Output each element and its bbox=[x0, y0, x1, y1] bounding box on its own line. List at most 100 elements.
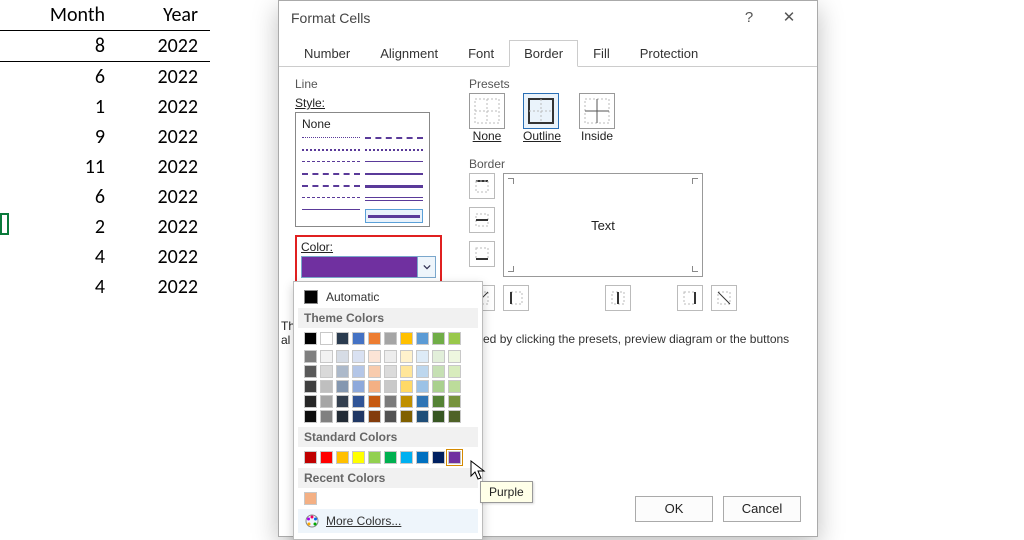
theme-swatch[interactable] bbox=[400, 332, 413, 345]
cell[interactable]: 2022 bbox=[117, 122, 210, 152]
theme-swatch[interactable] bbox=[416, 350, 429, 363]
tab-alignment[interactable]: Alignment bbox=[365, 40, 453, 67]
theme-swatch[interactable] bbox=[416, 332, 429, 345]
theme-swatch[interactable] bbox=[320, 350, 333, 363]
border-diag-down-button[interactable] bbox=[711, 285, 737, 311]
theme-swatch[interactable] bbox=[448, 380, 461, 393]
theme-swatch[interactable] bbox=[336, 410, 349, 423]
automatic-color[interactable]: Automatic bbox=[298, 286, 478, 308]
theme-swatch[interactable] bbox=[304, 380, 317, 393]
theme-swatch[interactable] bbox=[400, 395, 413, 408]
standard-swatch[interactable] bbox=[352, 451, 365, 464]
theme-swatch[interactable] bbox=[384, 350, 397, 363]
theme-swatch[interactable] bbox=[368, 410, 381, 423]
ok-button[interactable]: OK bbox=[635, 496, 713, 522]
cancel-button[interactable]: Cancel bbox=[723, 496, 801, 522]
cell[interactable]: 2022 bbox=[117, 212, 210, 242]
cell[interactable]: 2 bbox=[0, 212, 117, 242]
cell[interactable]: 2022 bbox=[117, 242, 210, 272]
theme-swatch[interactable] bbox=[304, 332, 317, 345]
theme-swatch[interactable] bbox=[384, 410, 397, 423]
recent-swatch[interactable] bbox=[304, 492, 317, 505]
theme-swatch[interactable] bbox=[320, 332, 333, 345]
preset-none[interactable]: None bbox=[469, 93, 505, 143]
theme-swatch[interactable] bbox=[368, 365, 381, 378]
col-header-month[interactable]: Month bbox=[0, 0, 117, 31]
theme-swatch[interactable] bbox=[432, 410, 445, 423]
border-hmiddle-button[interactable] bbox=[469, 207, 495, 233]
theme-swatch[interactable] bbox=[432, 350, 445, 363]
tab-border[interactable]: Border bbox=[509, 40, 578, 67]
theme-swatch[interactable] bbox=[352, 350, 365, 363]
cell[interactable]: 2022 bbox=[117, 182, 210, 212]
standard-swatch[interactable] bbox=[432, 451, 445, 464]
standard-swatch[interactable] bbox=[304, 451, 317, 464]
border-vmiddle-button[interactable] bbox=[605, 285, 631, 311]
theme-swatch[interactable] bbox=[352, 332, 365, 345]
theme-swatch[interactable] bbox=[384, 365, 397, 378]
cell[interactable]: 2022 bbox=[117, 152, 210, 182]
theme-swatch[interactable] bbox=[368, 332, 381, 345]
theme-swatch[interactable] bbox=[448, 365, 461, 378]
theme-swatch[interactable] bbox=[304, 365, 317, 378]
cell[interactable]: 6 bbox=[0, 182, 117, 212]
theme-swatch[interactable] bbox=[384, 380, 397, 393]
line-style-selected[interactable] bbox=[365, 209, 423, 223]
tab-number[interactable]: Number bbox=[289, 40, 365, 67]
theme-swatch[interactable] bbox=[400, 350, 413, 363]
cell[interactable]: 11 bbox=[0, 152, 117, 182]
line-style-none[interactable]: None bbox=[302, 117, 331, 131]
border-right-button[interactable] bbox=[677, 285, 703, 311]
theme-swatch[interactable] bbox=[352, 380, 365, 393]
titlebar[interactable]: Format Cells ? ✕ bbox=[279, 1, 817, 35]
theme-swatch[interactable] bbox=[384, 395, 397, 408]
cell[interactable]: 1 bbox=[0, 92, 117, 122]
tab-protection[interactable]: Protection bbox=[625, 40, 714, 67]
cell[interactable]: 2022 bbox=[117, 92, 210, 122]
tab-font[interactable]: Font bbox=[453, 40, 509, 67]
theme-swatch[interactable] bbox=[304, 410, 317, 423]
theme-swatch[interactable] bbox=[320, 395, 333, 408]
theme-swatch[interactable] bbox=[416, 365, 429, 378]
standard-swatch[interactable] bbox=[448, 451, 461, 464]
border-preview[interactable]: Text bbox=[503, 173, 703, 277]
theme-swatch[interactable] bbox=[304, 350, 317, 363]
cell[interactable]: 8 bbox=[0, 31, 117, 62]
theme-swatch[interactable] bbox=[336, 380, 349, 393]
theme-swatch[interactable] bbox=[368, 395, 381, 408]
theme-swatch[interactable] bbox=[352, 395, 365, 408]
theme-swatch[interactable] bbox=[384, 332, 397, 345]
theme-swatch[interactable] bbox=[416, 380, 429, 393]
theme-swatch[interactable] bbox=[416, 395, 429, 408]
cell[interactable]: 4 bbox=[0, 272, 117, 302]
theme-swatch[interactable] bbox=[432, 395, 445, 408]
theme-swatch[interactable] bbox=[352, 410, 365, 423]
standard-swatch[interactable] bbox=[336, 451, 349, 464]
theme-swatch[interactable] bbox=[448, 410, 461, 423]
border-top-button[interactable] bbox=[469, 173, 495, 199]
theme-swatch[interactable] bbox=[400, 365, 413, 378]
standard-swatch[interactable] bbox=[384, 451, 397, 464]
theme-swatch[interactable] bbox=[336, 365, 349, 378]
theme-swatch[interactable] bbox=[448, 395, 461, 408]
border-bottom-button[interactable] bbox=[469, 241, 495, 267]
theme-swatch[interactable] bbox=[304, 395, 317, 408]
chevron-down-icon[interactable] bbox=[417, 257, 435, 277]
standard-swatch[interactable] bbox=[400, 451, 413, 464]
theme-swatch[interactable] bbox=[368, 350, 381, 363]
close-icon[interactable]: ✕ bbox=[769, 1, 809, 35]
standard-swatch[interactable] bbox=[368, 451, 381, 464]
preset-inside[interactable]: Inside bbox=[579, 93, 615, 143]
preset-outline[interactable]: Outline bbox=[523, 93, 561, 143]
cell[interactable]: 4 bbox=[0, 242, 117, 272]
theme-swatch[interactable] bbox=[400, 380, 413, 393]
theme-swatch[interactable] bbox=[336, 395, 349, 408]
tab-fill[interactable]: Fill bbox=[578, 40, 625, 67]
theme-swatch[interactable] bbox=[448, 332, 461, 345]
cell[interactable]: 9 bbox=[0, 122, 117, 152]
cell[interactable]: 6 bbox=[0, 62, 117, 93]
cell[interactable]: 2022 bbox=[117, 31, 210, 62]
theme-swatch[interactable] bbox=[336, 332, 349, 345]
theme-swatch[interactable] bbox=[448, 350, 461, 363]
theme-swatch[interactable] bbox=[320, 410, 333, 423]
